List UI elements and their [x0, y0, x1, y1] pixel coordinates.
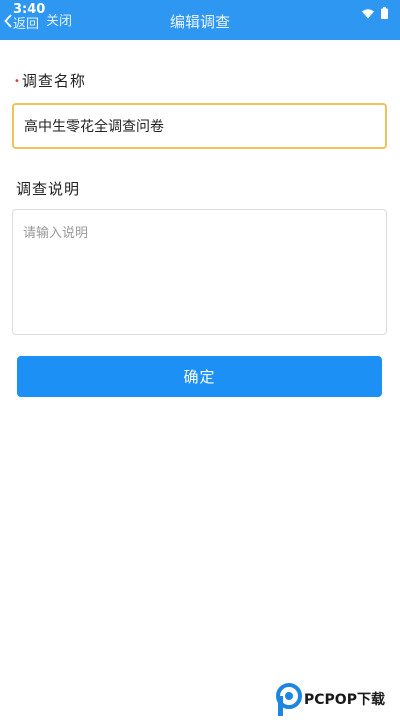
- survey-name-label: •调查名称: [14, 70, 86, 91]
- page-title: 编辑调查: [169, 13, 230, 31]
- edit-survey-screen: 3:40 返回 关闭 编辑调查 •调查名称 高中生零花全调查问卷 调查说明 请输…: [0, 0, 400, 720]
- app-header: 3:40 返回 关闭 编辑调查: [0, 0, 400, 40]
- survey-description-input[interactable]: [12, 209, 387, 335]
- pcpop-logo-icon: [276, 683, 304, 720]
- survey-description-label: 调查说明: [16, 180, 81, 198]
- confirm-button[interactable]: 确定: [17, 356, 382, 397]
- required-marker: •: [14, 76, 21, 87]
- survey-name-label-text: 调查名称: [21, 72, 86, 90]
- watermark-logo: PCPOP下载: [276, 683, 396, 717]
- survey-name-input[interactable]: [12, 103, 387, 149]
- watermark-text: PCPOP下载: [304, 692, 385, 708]
